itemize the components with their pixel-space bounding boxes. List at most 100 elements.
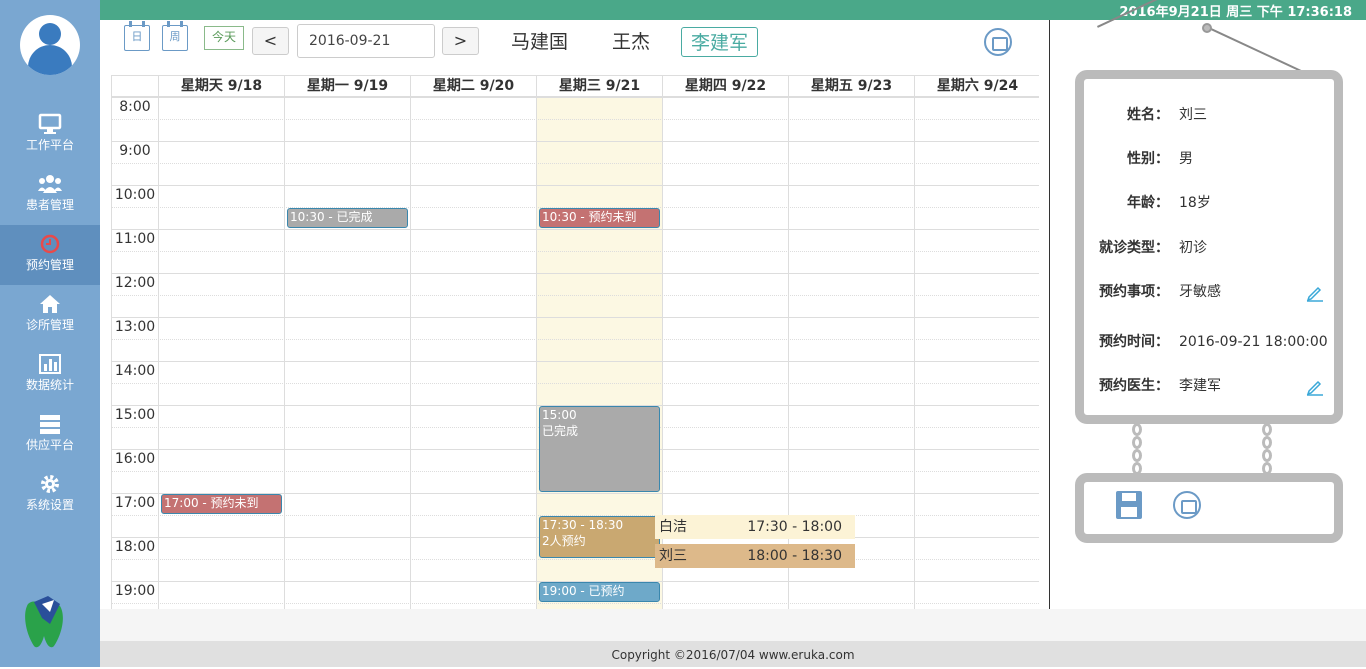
time-slot bbox=[112, 141, 1039, 163]
time-label: 11:00 bbox=[114, 231, 156, 247]
top-bar: 2016年9月21日 周三 下午 17:36:18 bbox=[100, 0, 1366, 20]
day-header[interactable]: 星期天 9/18 bbox=[159, 76, 285, 97]
time-label: 18:00 bbox=[114, 539, 156, 555]
prev-button[interactable]: < bbox=[252, 27, 289, 55]
bottom-spacer bbox=[100, 609, 1366, 641]
time-label: 19:00 bbox=[114, 583, 156, 599]
footer: Copyright ©2016/07/04 www.eruka.com bbox=[100, 641, 1366, 667]
nav-item-label: 系统设置 bbox=[25, 498, 74, 512]
appointment-event[interactable]: 19:00 - 已预约 bbox=[539, 582, 660, 602]
clock: 2016年9月21日 周三 下午 17:36:18 bbox=[1119, 5, 1352, 20]
nav-item[interactable]: 系统设置 bbox=[0, 465, 100, 525]
time-slot bbox=[112, 339, 1039, 361]
server-icon bbox=[38, 413, 62, 435]
time-range: 17:30 - 18:00 bbox=[747, 519, 842, 535]
doctor-tab[interactable]: 马建国 bbox=[511, 27, 568, 57]
field-label: 预约事项： bbox=[1099, 284, 1169, 300]
day-header[interactable]: 星期六 9/24 bbox=[915, 76, 1039, 97]
time-slot bbox=[112, 229, 1039, 251]
today-button[interactable]: 今天 bbox=[204, 26, 244, 50]
sidebar: 工作平台患者管理预约管理诊所管理数据统计供应平台系统设置 bbox=[0, 0, 100, 667]
next-button[interactable]: > bbox=[442, 27, 479, 55]
time-range: 18:00 - 18:30 bbox=[747, 548, 842, 564]
print-icon[interactable] bbox=[984, 28, 1012, 56]
appointment-event[interactable]: 10:30 - 已完成 bbox=[287, 208, 408, 228]
nav-item[interactable]: 工作平台 bbox=[0, 105, 100, 165]
day-header[interactable]: 星期三 9/21 bbox=[537, 76, 663, 97]
toolbar: 日 周 今天 < 2016-09-21 > 马建国 王杰 李建军 bbox=[100, 20, 1049, 75]
hanger-pin-icon bbox=[1202, 23, 1212, 33]
time-label: 15:00 bbox=[114, 407, 156, 423]
doctor-tab-active[interactable]: 李建军 bbox=[681, 27, 759, 57]
time-header bbox=[112, 76, 159, 97]
time-label: 13:00 bbox=[114, 319, 156, 335]
popover-item[interactable]: 刘三 18:00 - 18:30 bbox=[655, 544, 855, 568]
nav-item-label: 数据统计 bbox=[25, 378, 74, 392]
nav-item-label: 供应平台 bbox=[25, 438, 74, 452]
field-value: 牙敏感 bbox=[1179, 284, 1221, 300]
field-value: 刘三 bbox=[1179, 107, 1207, 123]
day-header[interactable]: 星期二 9/20 bbox=[411, 76, 537, 97]
time-slot bbox=[112, 317, 1039, 339]
appointment-popover: 白洁 17:30 - 18:00 刘三 18:00 - 18:30 bbox=[655, 515, 855, 569]
field-value: 18岁 bbox=[1179, 195, 1211, 211]
time-slot bbox=[112, 273, 1039, 295]
nav-item[interactable]: 供应平台 bbox=[0, 405, 100, 465]
patient-card: 姓名： 刘三 性别： 男年龄： 18岁 就诊类型： 初诊 预约事项： 牙敏感 预约时间： 2016-… bbox=[1075, 70, 1343, 424]
time-slot bbox=[112, 97, 1039, 119]
edit-icon[interactable] bbox=[1306, 378, 1324, 396]
time-label: 16:00 bbox=[114, 451, 156, 467]
field-label: 就诊类型： bbox=[1099, 240, 1169, 256]
field-value: 李建军 bbox=[1179, 378, 1221, 394]
time-slot bbox=[112, 185, 1039, 207]
nav-item-label: 诊所管理 bbox=[25, 318, 74, 332]
time-slot bbox=[112, 251, 1039, 273]
appointment-event[interactable]: 15:00 已完成 bbox=[539, 406, 660, 492]
print-icon[interactable] bbox=[1173, 491, 1201, 519]
time-slot bbox=[112, 559, 1039, 581]
field-label: 年龄： bbox=[1127, 195, 1169, 211]
field-label: 预约医生： bbox=[1099, 378, 1169, 394]
nav-item-label: 工作平台 bbox=[25, 138, 74, 152]
time-label: 8:00 bbox=[119, 99, 151, 115]
user-avatar-icon[interactable] bbox=[20, 15, 80, 75]
save-icon[interactable] bbox=[1116, 491, 1142, 519]
nav-item[interactable]: 数据统计 bbox=[0, 345, 100, 405]
gear-icon bbox=[38, 473, 62, 495]
nav-item-label: 预约管理 bbox=[25, 258, 74, 272]
nav-item[interactable]: 预约管理 bbox=[0, 225, 100, 285]
monitor-icon bbox=[38, 113, 62, 135]
day-view-icon[interactable]: 日 bbox=[124, 21, 150, 51]
bar-chart-icon bbox=[38, 353, 62, 375]
edit-icon[interactable] bbox=[1306, 284, 1324, 302]
date-input[interactable]: 2016-09-21 bbox=[297, 24, 435, 58]
appointment-event[interactable]: 17:30 - 18:30 2人预约 bbox=[539, 516, 660, 558]
popover-item[interactable]: 白洁 17:30 - 18:00 bbox=[655, 515, 855, 539]
users-icon bbox=[38, 173, 62, 195]
time-label: 9:00 bbox=[119, 143, 151, 159]
time-slot bbox=[112, 119, 1039, 141]
patient-name: 刘三 bbox=[659, 548, 687, 564]
appointment-event[interactable]: 17:00 - 预约未到 bbox=[161, 494, 282, 514]
day-header[interactable]: 星期五 9/23 bbox=[789, 76, 915, 97]
day-header[interactable]: 星期四 9/22 bbox=[663, 76, 789, 97]
field-value: 2016-09-21 18:00:00 bbox=[1179, 334, 1328, 350]
field-label: 预约时间： bbox=[1099, 334, 1169, 350]
field-value: 初诊 bbox=[1179, 240, 1207, 256]
appointment-event[interactable]: 10:30 - 预约未到 bbox=[539, 208, 660, 228]
day-header[interactable]: 星期一 9/19 bbox=[285, 76, 411, 97]
field-value: 男 bbox=[1179, 151, 1193, 167]
time-slot bbox=[112, 163, 1039, 185]
chain-icon bbox=[1132, 423, 1142, 475]
brand-logo-icon bbox=[25, 596, 63, 648]
week-view-icon[interactable]: 周 bbox=[162, 21, 188, 51]
time-label: 14:00 bbox=[114, 363, 156, 379]
field-label: 性别： bbox=[1127, 151, 1169, 167]
nav-item[interactable]: 患者管理 bbox=[0, 165, 100, 225]
nav-item-label: 患者管理 bbox=[25, 198, 74, 212]
doctor-tab[interactable]: 王杰 bbox=[612, 27, 650, 57]
nav-item[interactable]: 诊所管理 bbox=[0, 285, 100, 345]
action-card bbox=[1075, 473, 1343, 543]
calendar-grid: 星期天 9/18 星期一 9/19 星期二 9/20 星期三 9/21 星期四 9/22… bbox=[111, 75, 1039, 609]
chain-icon bbox=[1262, 423, 1272, 475]
